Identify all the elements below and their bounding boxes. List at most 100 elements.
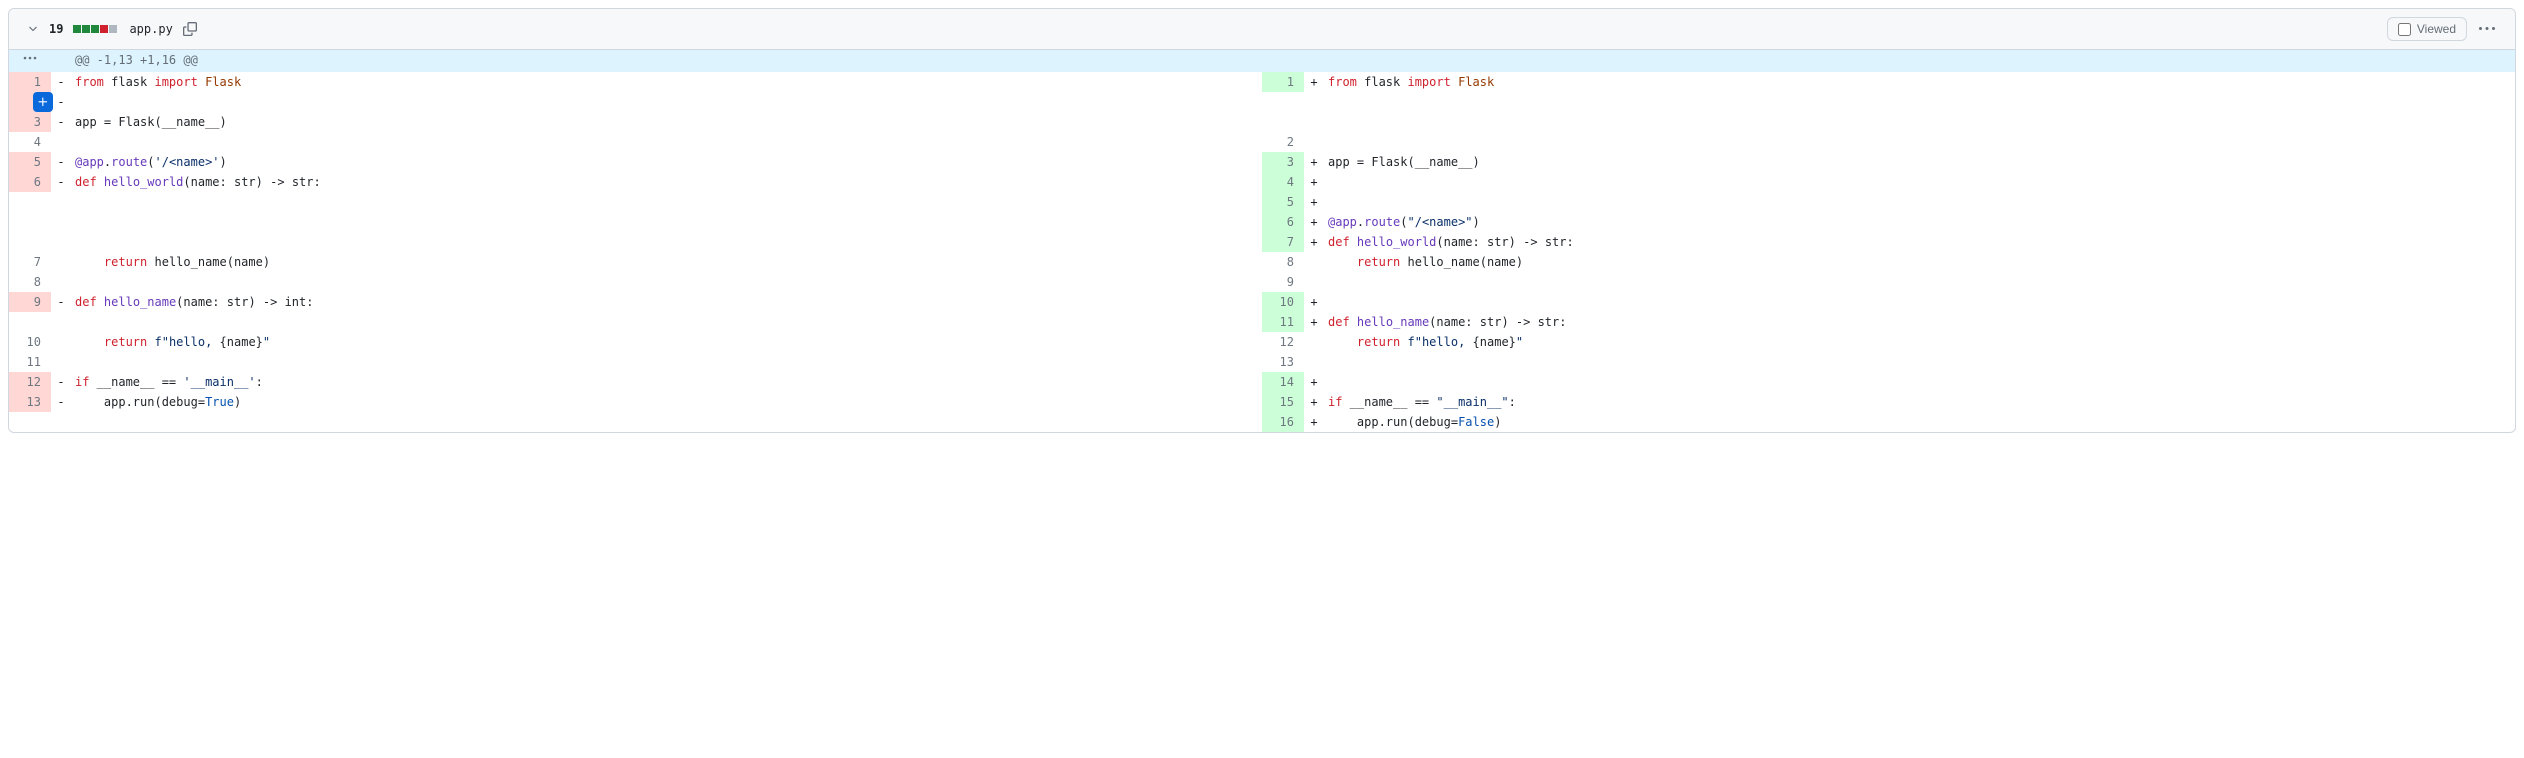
old-line-number[interactable] — [9, 192, 51, 212]
new-line-number[interactable]: 5 — [1262, 192, 1304, 212]
diff-row: 5+ — [9, 192, 2515, 212]
new-line-number[interactable] — [1262, 92, 1304, 112]
old-line-number[interactable] — [9, 232, 51, 252]
new-marker: + — [1304, 412, 1324, 432]
expand-hunk-button[interactable] — [9, 50, 51, 72]
new-line-number[interactable]: 13 — [1262, 352, 1304, 372]
old-code[interactable] — [71, 212, 1262, 232]
new-code[interactable]: app.run(debug=False) — [1324, 412, 2515, 432]
new-code[interactable] — [1324, 132, 2515, 152]
new-code[interactable]: from flask import Flask — [1324, 72, 2515, 92]
diff-row: 3-app = Flask(__name__) — [9, 112, 2515, 132]
new-line-number[interactable] — [1262, 112, 1304, 132]
new-code[interactable] — [1324, 172, 2515, 192]
old-code[interactable] — [71, 232, 1262, 252]
new-line-number[interactable]: 8 — [1262, 252, 1304, 272]
old-code[interactable]: @app.route('/<name>') — [71, 152, 1262, 172]
old-line-number[interactable] — [9, 412, 51, 432]
old-code[interactable] — [71, 92, 1262, 112]
old-code[interactable] — [71, 132, 1262, 152]
new-line-number[interactable]: 15 — [1262, 392, 1304, 412]
new-line-number[interactable]: 12 — [1262, 332, 1304, 352]
old-code[interactable]: if __name__ == '__main__': — [71, 372, 1262, 392]
old-line-number[interactable]: 12 — [9, 372, 51, 392]
new-line-number[interactable]: 16 — [1262, 412, 1304, 432]
new-code[interactable] — [1324, 272, 2515, 292]
new-code[interactable] — [1324, 352, 2515, 372]
old-code[interactable]: app = Flask(__name__) — [71, 112, 1262, 132]
old-code[interactable]: def hello_name(name: str) -> int: — [71, 292, 1262, 312]
diff-row: 13- app.run(debug=True)15+if __name__ ==… — [9, 392, 2515, 412]
new-code[interactable]: @app.route("/<name>") — [1324, 212, 2515, 232]
new-code[interactable]: return f"hello, {name}" — [1324, 332, 2515, 352]
new-line-number[interactable]: 1 — [1262, 72, 1304, 92]
new-code[interactable]: app = Flask(__name__) — [1324, 152, 2515, 172]
old-marker — [51, 132, 71, 152]
old-code[interactable] — [71, 192, 1262, 212]
diffstat — [73, 25, 117, 33]
new-code[interactable] — [1324, 192, 2515, 212]
viewed-checkbox[interactable] — [2398, 23, 2411, 36]
diffstat-block — [109, 25, 117, 33]
new-line-number[interactable]: 9 — [1262, 272, 1304, 292]
file-menu-button[interactable] — [2475, 17, 2499, 41]
new-marker — [1304, 352, 1324, 372]
viewed-label-text: Viewed — [2417, 22, 2456, 36]
old-code[interactable]: app.run(debug=True) — [71, 392, 1262, 412]
new-line-number[interactable]: 4 — [1262, 172, 1304, 192]
filename-link[interactable]: app.py — [129, 22, 172, 36]
old-line-number[interactable]: 4 — [9, 132, 51, 152]
new-code[interactable]: def hello_name(name: str) -> str: — [1324, 312, 2515, 332]
new-marker: + — [1304, 212, 1324, 232]
old-code[interactable] — [71, 272, 1262, 292]
old-line-number[interactable] — [9, 212, 51, 232]
old-marker — [51, 232, 71, 252]
new-code[interactable] — [1324, 112, 2515, 132]
old-line-number[interactable]: 11 — [9, 352, 51, 372]
viewed-toggle[interactable]: Viewed — [2387, 17, 2467, 41]
old-code[interactable]: return f"hello, {name}" — [71, 332, 1262, 352]
old-line-number[interactable]: 9 — [9, 292, 51, 312]
diffstat-block — [82, 25, 90, 33]
new-line-number[interactable]: 3 — [1262, 152, 1304, 172]
add-comment-button[interactable] — [33, 92, 53, 112]
new-code[interactable]: def hello_world(name: str) -> str: — [1324, 232, 2515, 252]
new-line-number[interactable]: 2 — [1262, 132, 1304, 152]
chevron-down-icon — [27, 23, 39, 35]
ellipsis-icon — [22, 50, 38, 66]
old-line-number[interactable]: 8 — [9, 272, 51, 292]
old-code[interactable]: def hello_world(name: str) -> str: — [71, 172, 1262, 192]
new-code[interactable] — [1324, 372, 2515, 392]
old-line-number[interactable]: 10 — [9, 332, 51, 352]
old-line-number[interactable] — [9, 312, 51, 332]
copy-path-button[interactable] — [181, 20, 199, 38]
old-line-number[interactable]: 5 — [9, 152, 51, 172]
new-marker: + — [1304, 192, 1324, 212]
new-marker: + — [1304, 152, 1324, 172]
new-code[interactable] — [1324, 92, 2515, 112]
new-line-number[interactable]: 10 — [1262, 292, 1304, 312]
new-line-number[interactable]: 14 — [1262, 372, 1304, 392]
old-code[interactable] — [71, 412, 1262, 432]
old-line-number[interactable]: 13 — [9, 392, 51, 412]
old-code[interactable]: return hello_name(name) — [71, 252, 1262, 272]
new-line-number[interactable]: 7 — [1262, 232, 1304, 252]
new-code[interactable] — [1324, 292, 2515, 312]
old-line-number[interactable]: 6 — [9, 172, 51, 192]
old-line-number[interactable]: 3 — [9, 112, 51, 132]
new-line-number[interactable]: 6 — [1262, 212, 1304, 232]
new-line-number[interactable]: 11 — [1262, 312, 1304, 332]
diff-row: 10 return f"hello, {name}"12 return f"he… — [9, 332, 2515, 352]
old-code[interactable]: from flask import Flask — [71, 72, 1262, 92]
old-line-number[interactable]: 2 — [9, 92, 51, 112]
new-marker — [1304, 132, 1324, 152]
old-code[interactable] — [71, 352, 1262, 372]
new-code[interactable]: return hello_name(name) — [1324, 252, 2515, 272]
hunk-header-row: @@ -1,13 +1,16 @@ — [9, 50, 2515, 72]
collapse-toggle[interactable] — [25, 21, 41, 37]
change-count: 19 — [49, 22, 63, 36]
old-code[interactable] — [71, 312, 1262, 332]
new-code[interactable]: if __name__ == "__main__": — [1324, 392, 2515, 412]
old-line-number[interactable]: 7 — [9, 252, 51, 272]
old-line-number[interactable]: 1 — [9, 72, 51, 92]
